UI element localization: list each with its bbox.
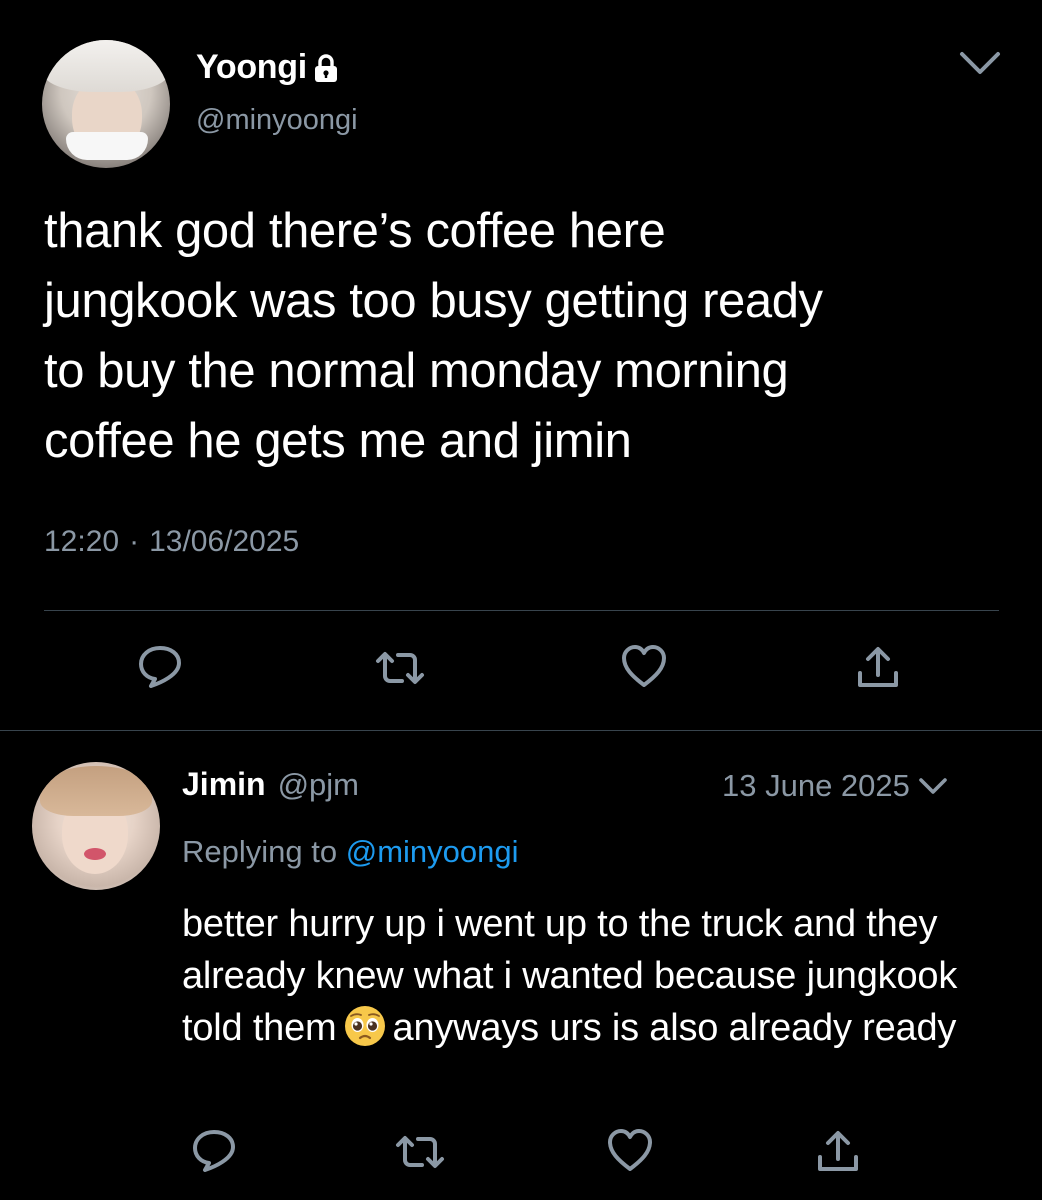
reply-like-button[interactable]	[604, 1124, 656, 1176]
heart-icon	[620, 643, 668, 689]
pleading-face-emoji	[343, 1004, 387, 1048]
tweet-time: 12:20	[44, 525, 120, 558]
reply-date: 13 June 2025	[722, 768, 910, 803]
share-icon	[815, 1129, 861, 1175]
reply-retweet-button[interactable]	[394, 1126, 446, 1178]
reply-text-part2: anyways urs is also already ready	[392, 1007, 957, 1049]
section-divider	[0, 730, 1042, 731]
tweet-text: thank god there’s coffee here jungkook w…	[44, 204, 823, 468]
share-icon	[855, 645, 901, 691]
lock-icon	[313, 53, 339, 83]
chevron-down-icon[interactable]	[958, 44, 1002, 80]
tweet-timestamp[interactable]: 12:20 · 13/06/2025	[44, 525, 299, 559]
tweet-date: 13/06/2025	[149, 525, 300, 558]
retweet-icon	[374, 645, 426, 691]
reply-reply-button[interactable]	[188, 1124, 240, 1176]
reply-author-avatar[interactable]	[32, 762, 160, 890]
like-button[interactable]	[618, 640, 670, 692]
reply-text: better hurry up i went up to the truck a…	[182, 898, 1012, 1054]
share-button[interactable]	[852, 642, 904, 694]
retweet-icon	[394, 1129, 446, 1175]
comment-icon	[136, 642, 184, 690]
author-name-text: Yoongi	[196, 48, 307, 86]
replying-prefix: Replying to	[182, 834, 338, 869]
reply-share-button[interactable]	[812, 1126, 864, 1178]
reply-button[interactable]	[134, 640, 186, 692]
meta-separator: ·	[129, 525, 140, 558]
reply-author-name: Jimin	[182, 766, 266, 802]
replying-to: Replying to @minyoongi	[182, 834, 519, 870]
author-name[interactable]: Yoongi	[196, 48, 339, 87]
author-avatar[interactable]	[42, 40, 170, 168]
replying-to-link[interactable]: @minyoongi	[346, 834, 519, 869]
heart-icon	[606, 1127, 654, 1173]
chevron-down-icon[interactable]	[918, 774, 948, 798]
retweet-button[interactable]	[374, 642, 426, 694]
divider	[44, 610, 999, 611]
reply-author-handle: @pjm	[277, 767, 359, 802]
reply-author[interactable]: Jimin @pjm	[182, 766, 359, 803]
comment-icon	[190, 1126, 238, 1174]
author-handle[interactable]: @minyoongi	[196, 104, 358, 137]
reply-date-menu[interactable]: 13 June 2025	[722, 768, 948, 804]
